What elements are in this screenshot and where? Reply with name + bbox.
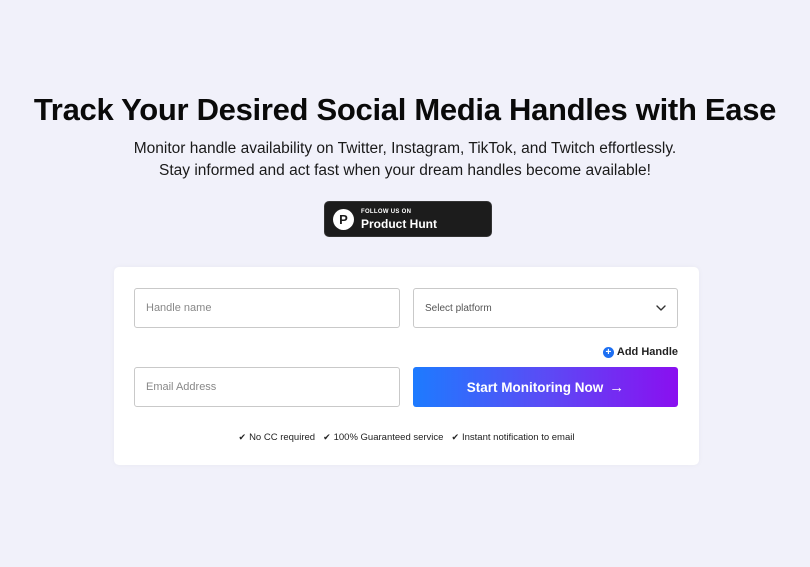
start-monitoring-label: Start Monitoring Now [466, 379, 604, 395]
feature-item: ✔ 100% Guaranteed service [323, 432, 443, 443]
add-handle-button[interactable]: + Add Handle [602, 346, 678, 358]
feature-item: ✔ No CC required [239, 432, 316, 443]
start-monitoring-button[interactable]: Start Monitoring Now → [413, 367, 678, 407]
platform-select-value: Select platform [425, 302, 492, 314]
check-icon: ✔ [451, 432, 459, 442]
platform-select[interactable]: Select platform [413, 288, 678, 328]
arrow-right-icon: → [609, 378, 625, 396]
handle-name-input[interactable] [146, 289, 399, 327]
feature-list: ✔ No CC required ✔ 100% Guaranteed servi… [114, 432, 699, 443]
feature-label: No CC required [249, 432, 316, 443]
handle-name-field[interactable] [134, 288, 400, 328]
email-input[interactable] [146, 368, 399, 406]
product-hunt-logo-icon: P [333, 208, 354, 230]
add-handle-label: Add Handle [616, 346, 678, 358]
email-field[interactable] [134, 367, 400, 407]
product-hunt-badge[interactable]: P FOLLOW US ON Product Hunt [324, 201, 492, 237]
plus-circle-icon: + [602, 346, 614, 358]
product-hunt-small-text: FOLLOW US ON [361, 208, 412, 215]
page-title: Track Your Desired Social Media Handles … [33, 92, 777, 127]
feature-item: ✔ Instant notification to email [451, 432, 574, 443]
check-icon: ✔ [238, 432, 247, 442]
feature-label: 100% Guaranteed service [333, 432, 444, 443]
monitor-form-card: Select platform + Add Handle Start Monit… [114, 267, 699, 465]
feature-label: Instant notification to email [462, 432, 575, 443]
chevron-down-icon [656, 305, 666, 311]
product-hunt-text: FOLLOW US ON Product Hunt [361, 209, 437, 230]
landing-page: Track Your Desired Social Media Handles … [0, 0, 810, 567]
check-icon: ✔ [323, 432, 331, 442]
product-hunt-name: Product Hunt [361, 216, 437, 231]
page-subtitle: Monitor handle availability on Twitter, … [133, 140, 677, 179]
